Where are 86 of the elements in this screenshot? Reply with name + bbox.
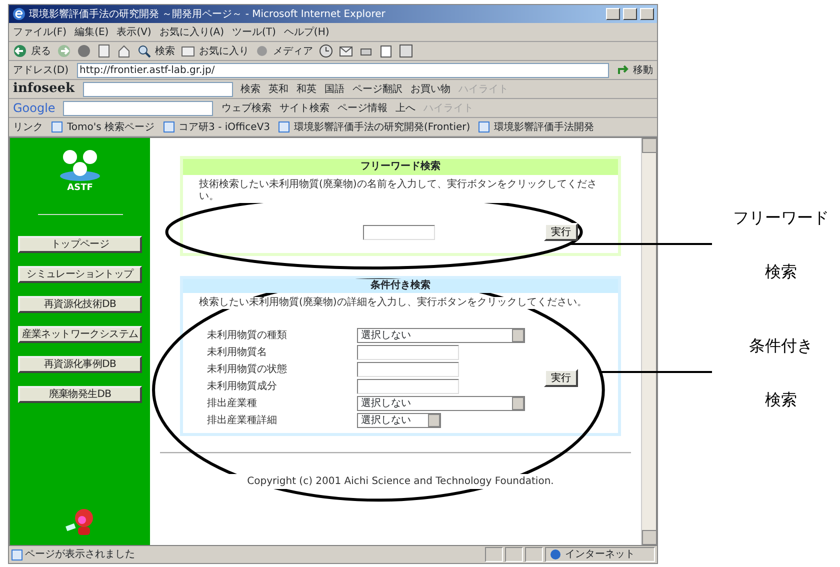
go-button[interactable]: 移動 — [617, 62, 653, 78]
menu-item[interactable]: 編集(E) — [74, 24, 109, 40]
field-label: 未利用物質の種類 — [207, 330, 287, 341]
page-icon — [278, 121, 290, 133]
toolbar-button[interactable]: 英和 — [268, 82, 289, 96]
envelope-icon[interactable] — [339, 44, 353, 58]
link-item[interactable]: コア研3 - iOfficeV3 — [162, 120, 270, 134]
page-icon — [51, 121, 63, 133]
nav-button[interactable]: シミュレーショントップ — [18, 266, 142, 282]
search-field[interactable] — [363, 224, 435, 240]
toolbar-button[interactable]: お買い物 — [410, 82, 451, 96]
nav-button[interactable]: トップページ — [18, 236, 142, 252]
field-label: 未利用物質の状態 — [207, 364, 287, 375]
menu-item[interactable]: お気に入り(A) — [159, 24, 224, 40]
run-button[interactable]: 実行 — [544, 369, 578, 387]
globe-icon — [550, 549, 561, 560]
toolbar-button[interactable]: 国語 — [324, 82, 345, 96]
clock-icon[interactable] — [319, 44, 333, 58]
field-label: 排出産業種詳細 — [207, 415, 277, 426]
toolbar-button[interactable]: ページ翻訳 — [352, 82, 403, 96]
links-label: リンク — [13, 120, 43, 134]
circle-icon[interactable] — [77, 44, 91, 58]
menu-item[interactable]: ヘルプ(H) — [284, 24, 330, 40]
back-arrow-icon — [13, 44, 27, 58]
annotation-label: 条件付き — [749, 335, 813, 357]
search-field[interactable] — [63, 100, 214, 116]
field-label: 排出産業種 — [207, 398, 257, 409]
mascot-drawing — [65, 507, 95, 537]
nav-button[interactable]: 再資源化技術DB — [18, 296, 142, 312]
page-icon — [478, 121, 490, 133]
nav-button[interactable]: 産業ネットワークシステム — [18, 326, 142, 342]
close-button[interactable] — [640, 8, 654, 20]
square-icon[interactable] — [399, 44, 413, 58]
toolbar-logo: Google — [13, 100, 56, 117]
text-field[interactable] — [357, 362, 459, 377]
text-field[interactable] — [357, 379, 459, 394]
dropdown[interactable]: 選択しない — [357, 413, 441, 428]
toolbar-button[interactable]: 検索 — [137, 44, 175, 58]
field-label: 未利用物質成分 — [207, 381, 277, 392]
address-label: アドレス(D) — [13, 64, 69, 78]
disc-icon — [255, 44, 269, 58]
panel-header: 条件付き検索 — [370, 280, 430, 291]
maximize-button[interactable] — [623, 8, 637, 20]
toolbar-button[interactable]: 和英 — [296, 82, 317, 96]
page-icon — [11, 548, 23, 560]
page-icon[interactable] — [379, 44, 393, 58]
toolbar-button[interactable]: ページ情報 — [337, 100, 388, 116]
search-icon — [137, 44, 151, 58]
arrow-icon — [617, 64, 629, 76]
browser-icon — [12, 7, 26, 21]
run-button[interactable]: 実行 — [544, 223, 578, 241]
nav-button[interactable]: 廃棄物発生DB — [18, 386, 142, 402]
toolbar-button[interactable]: 検索 — [240, 82, 261, 96]
toolbar-button[interactable]: 上へ — [395, 100, 416, 116]
zone-indicator: インターネット — [545, 547, 655, 562]
toolbar-button[interactable]: 戻る — [13, 44, 51, 58]
menu-item[interactable]: ツール(T) — [232, 24, 276, 40]
toolbar-button[interactable]: お気に入り — [181, 44, 249, 58]
annotation-label: フリーワード — [733, 207, 829, 229]
toolbar-button[interactable]: ウェブ検索 — [221, 100, 272, 116]
house-icon[interactable] — [117, 44, 131, 58]
toolbar-logo: infoseek — [13, 80, 75, 98]
page-icon[interactable] — [97, 44, 111, 58]
minimize-button[interactable] — [606, 8, 620, 20]
toolbar-button[interactable]: サイト検索 — [279, 100, 330, 116]
dropdown[interactable]: 選択しない — [357, 396, 525, 411]
search-field[interactable] — [82, 82, 233, 96]
annotation-label: 検索 — [765, 261, 797, 283]
menu-item[interactable]: 表示(V) — [116, 24, 152, 40]
panel-header: フリーワード検索 — [360, 161, 440, 172]
link-item[interactable]: 環境影響評価手法開発 — [478, 120, 594, 134]
menu-item[interactable]: ファイル(F) — [13, 24, 67, 40]
scrollbar[interactable] — [641, 138, 656, 545]
nav-button[interactable]: 再資源化事例DB — [18, 356, 142, 372]
logo-text: ASTF — [67, 182, 93, 195]
annotation-label: 検索 — [765, 389, 797, 411]
link-item[interactable]: 環境影響評価手法の研究開発(Frontier) — [278, 120, 470, 134]
page-icon — [162, 121, 175, 133]
link-item[interactable]: Tomo's 検索ページ — [51, 120, 155, 134]
toolbar-button[interactable]: メディア — [255, 44, 313, 58]
address-field[interactable]: http://frontier.astf-lab.gr.jp/ — [76, 62, 609, 78]
text-field[interactable] — [357, 345, 459, 360]
window-title: 環境影響評価手法の研究開発 ～開発用ページ～ - Microsoft Internet Explorer — [29, 8, 386, 22]
status-text: ページが表示されました — [25, 548, 136, 562]
dropdown[interactable]: 選択しない — [357, 328, 525, 343]
field-label: 未利用物質名 — [207, 347, 267, 358]
